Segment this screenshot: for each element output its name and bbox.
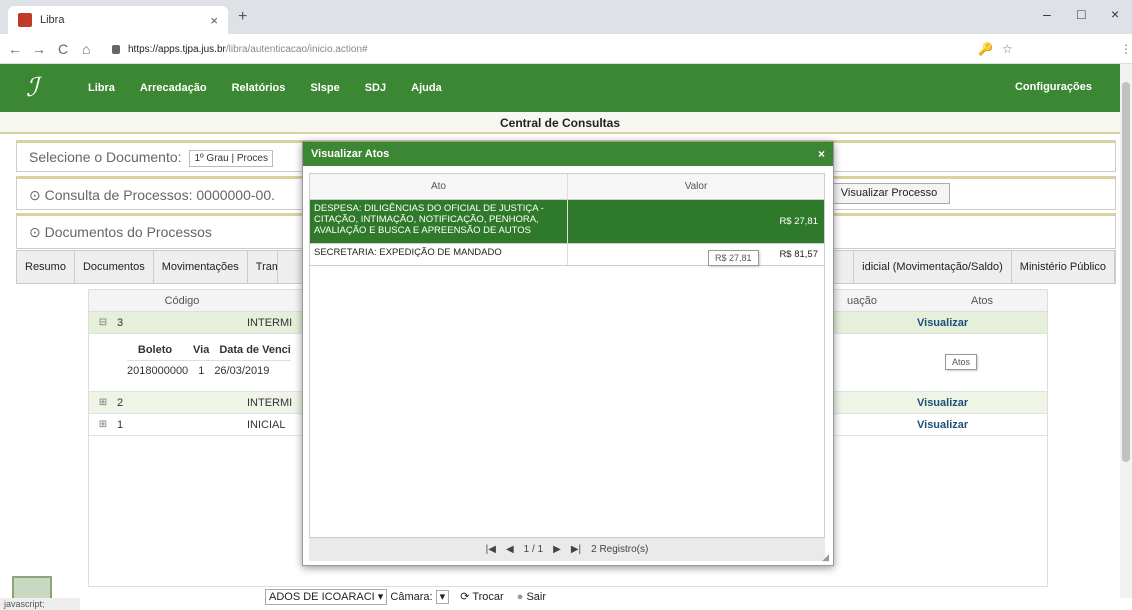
close-window-icon[interactable]: ×: [1111, 6, 1119, 22]
org-select[interactable]: ADOS DE ICOARACI ▾: [265, 589, 388, 605]
tab-resumo[interactable]: Resumo: [17, 250, 75, 284]
back-icon[interactable]: ←: [8, 41, 22, 57]
libra-favicon-icon: [18, 13, 32, 27]
browser-menu-icon[interactable]: ⋮: [1120, 42, 1132, 56]
menu-libra[interactable]: Libra: [88, 82, 115, 94]
boleto-via: 1: [198, 364, 205, 377]
next-page-icon[interactable]: ▶: [553, 544, 561, 555]
menu-arrecadacao[interactable]: Arrecadação: [140, 82, 207, 94]
row-code: 3: [117, 316, 124, 329]
tab-documentos[interactable]: Documentos: [75, 250, 154, 284]
resize-handle-icon[interactable]: ◢: [822, 552, 829, 563]
boleto-data: 26/03/2019: [214, 364, 270, 377]
col-via: Via: [193, 344, 210, 356]
key-icon[interactable]: 🔑: [978, 42, 993, 56]
collapse-icon[interactable]: ⊙: [29, 187, 45, 203]
browser-tab[interactable]: Libra ×: [8, 6, 228, 34]
menu-ajuda[interactable]: Ajuda: [411, 82, 442, 94]
col-boleto: Boleto: [137, 344, 173, 356]
row-code: 2: [117, 396, 124, 409]
tab-title: Libra: [40, 14, 65, 26]
col-atos[interactable]: Atos: [917, 290, 1047, 311]
minimize-icon[interactable]: –: [1043, 6, 1051, 22]
select-document-label: Selecione o Documento:: [29, 149, 182, 165]
row-code: 1: [117, 418, 124, 431]
collapse-icon[interactable]: ⊙: [29, 224, 45, 240]
page-scrollbar[interactable]: [1120, 64, 1132, 598]
ato-valor: R$ 27,81: [779, 216, 818, 227]
col-situacao[interactable]: uação: [847, 290, 917, 311]
atos-tooltip: Atos: [945, 354, 978, 370]
ato-valor: R$ 81,57: [779, 249, 818, 260]
expand-icon[interactable]: ⊞: [89, 419, 117, 430]
visualizar-link[interactable]: Visualizar: [917, 419, 1047, 431]
tj-logo-icon[interactable]: ℐ: [26, 73, 70, 103]
menu-relatorios[interactable]: Relatórios: [232, 82, 286, 94]
ato-text: DESPESA: DILIGÊNCIAS DO OFICIAL DE JUSTI…: [310, 200, 568, 243]
camara-select[interactable]: ▾: [435, 590, 450, 604]
browser-tabbar: Libra × + – □ ×: [0, 0, 1132, 34]
view-process-button[interactable]: Visualizar Processo: [828, 183, 950, 204]
sair-button[interactable]: Sair: [526, 591, 546, 603]
trocar-button[interactable]: Trocar: [472, 591, 503, 603]
url-host: https://apps.tjpa.jus.br: [128, 44, 226, 55]
new-tab-button[interactable]: +: [238, 8, 247, 26]
atos-table-header: Ato Valor: [310, 174, 824, 200]
prev-page-icon[interactable]: ◀: [506, 544, 514, 555]
tab-ministerio-publico[interactable]: Ministério Público: [1012, 250, 1115, 284]
last-page-icon[interactable]: ▶|: [571, 544, 581, 555]
bookmark-star-icon[interactable]: ☆: [1002, 42, 1013, 56]
dialog-title: Visualizar Atos: [311, 148, 390, 160]
tab-close-icon[interactable]: ×: [210, 13, 218, 28]
lock-icon: [112, 45, 120, 54]
menu-sdj[interactable]: SDJ: [365, 82, 386, 94]
reload-icon[interactable]: C: [58, 41, 68, 57]
bottom-controls: ADOS DE ICOARACI ▾ Câmara: ▾ ⟳ Trocar ● …: [265, 589, 546, 605]
tab-judicial-saldo[interactable]: idicial (Movimentação/Saldo): [853, 250, 1012, 284]
page-title: Central de Consultas: [0, 112, 1120, 134]
expand-icon[interactable]: ⊟: [89, 317, 117, 328]
maximize-icon[interactable]: □: [1077, 6, 1085, 22]
atos-table: Ato Valor DESPESA: DILIGÊNCIAS DO OFICIA…: [309, 173, 825, 539]
document-type-select[interactable]: 1º Grau | Proces: [189, 149, 273, 167]
visualizar-atos-dialog: Visualizar Atos × Ato Valor DESPESA: DIL…: [302, 141, 834, 566]
valor-tooltip: R$ 27,81: [708, 250, 759, 266]
documentos-label: Documentos do Processos: [44, 224, 212, 240]
menu-slspe[interactable]: Slspe: [310, 82, 339, 94]
status-bar: javascript;: [0, 598, 80, 610]
dialog-header: Visualizar Atos ×: [303, 142, 833, 166]
consulta-label: Consulta de Processos: 0000000-00.: [44, 187, 275, 203]
page-indicator[interactable]: 1 / 1: [524, 544, 543, 555]
url-path: /libra/autenticacao/inicio.action#: [225, 44, 368, 55]
url-field[interactable]: https://apps.tjpa.jus.br /libra/autentic…: [112, 39, 972, 60]
menu-configuracoes[interactable]: Configurações: [1015, 81, 1092, 93]
first-page-icon[interactable]: |◀: [486, 544, 496, 555]
pagination: |◀ ◀ 1 / 1 ▶ ▶| 2 Registro(s): [309, 537, 825, 561]
tab-tramitacao[interactable]: Tram: [248, 250, 278, 284]
sair-icon[interactable]: ●: [517, 591, 524, 603]
forward-icon[interactable]: →: [32, 41, 46, 57]
table-row[interactable]: DESPESA: DILIGÊNCIAS DO OFICIAL DE JUSTI…: [310, 200, 824, 244]
table-row[interactable]: SECRETARIA: EXPEDIÇÃO DE MANDADO R$ 81,5…: [310, 244, 824, 266]
col-ato[interactable]: Ato: [310, 174, 568, 199]
home-icon[interactable]: ⌂: [82, 41, 90, 57]
visualizar-link[interactable]: Visualizar: [917, 397, 1047, 409]
address-bar: ← → C ⌂ https://apps.tjpa.jus.br /libra/…: [0, 34, 1132, 64]
scrollbar-thumb[interactable]: [1122, 82, 1130, 462]
boleto-number: 2018000000: [127, 364, 189, 377]
trocar-icon[interactable]: ⟳: [460, 591, 469, 603]
app-menu-bar: ℐ Libra Arrecadação Relatórios Slspe SDJ…: [0, 64, 1120, 112]
ato-text: SECRETARIA: EXPEDIÇÃO DE MANDADO: [310, 244, 568, 265]
expand-icon[interactable]: ⊞: [89, 397, 117, 408]
col-data-vencimento: Data de Venci: [219, 344, 291, 356]
col-codigo[interactable]: Código: [117, 290, 247, 311]
tab-movimentacoes[interactable]: Movimentações: [154, 250, 248, 284]
visualizar-link[interactable]: Visualizar: [917, 317, 1047, 329]
dialog-close-icon[interactable]: ×: [818, 147, 825, 161]
col-valor[interactable]: Valor: [568, 174, 824, 199]
camara-label: Câmara:: [390, 591, 433, 603]
record-count: 2 Registro(s): [591, 544, 649, 555]
user-avatar[interactable]: [12, 576, 52, 600]
